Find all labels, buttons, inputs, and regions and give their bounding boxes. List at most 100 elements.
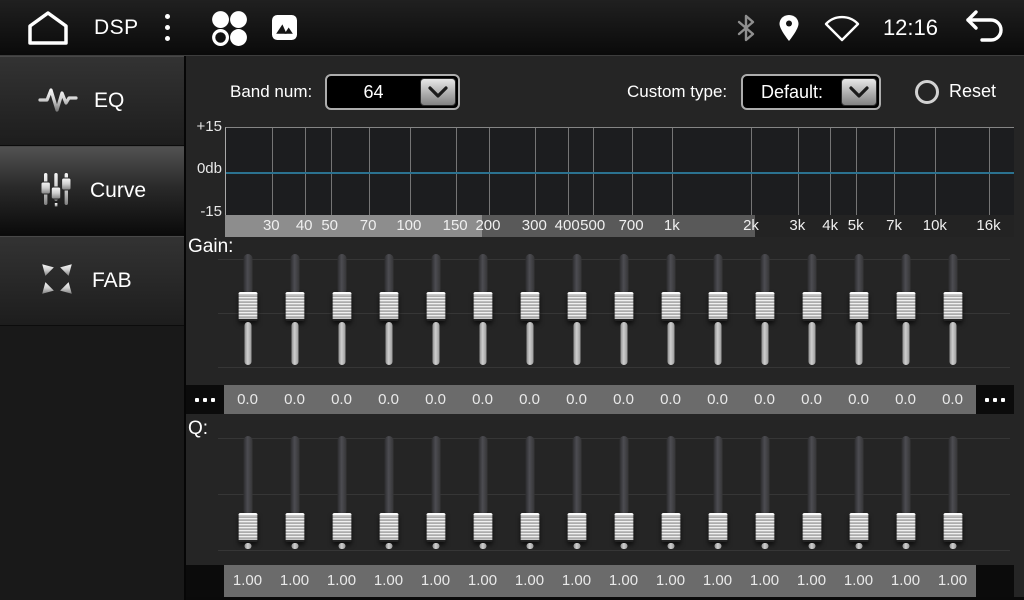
apps-clover-icon[interactable] [210, 9, 248, 47]
q-band-slider[interactable] [412, 433, 459, 557]
q-band-slider[interactable] [694, 433, 741, 557]
gallery-icon[interactable] [272, 15, 297, 40]
menu-dots-icon[interactable] [165, 14, 170, 41]
slider-track-top [666, 436, 675, 515]
gain-band-slider[interactable] [365, 250, 412, 372]
slider-thumb[interactable] [473, 513, 492, 542]
slider-thumb[interactable] [285, 513, 304, 542]
reset-button[interactable]: Reset [915, 74, 996, 109]
slider-thumb[interactable] [520, 292, 539, 321]
slider-track-top [713, 436, 722, 515]
slider-thumb[interactable] [520, 513, 539, 542]
app-title: DSP [94, 16, 139, 40]
bluetooth-icon [737, 14, 755, 42]
slider-thumb[interactable] [896, 513, 915, 542]
sidebar-item-eq[interactable]: EQ [0, 56, 184, 146]
q-band-slider[interactable] [459, 433, 506, 557]
sidebar-item-curve[interactable]: Curve [0, 146, 184, 236]
sidebar-item-fab[interactable]: FAB [0, 236, 184, 326]
gain-value: 0.0 [553, 385, 600, 414]
slider-thumb[interactable] [896, 292, 915, 321]
slider-thumb[interactable] [567, 292, 586, 321]
q-band-slider[interactable] [835, 433, 882, 557]
slider-thumb[interactable] [332, 513, 351, 542]
chevron-down-icon[interactable] [420, 78, 456, 106]
q-value: 1.00 [553, 565, 600, 597]
slider-thumb[interactable] [849, 513, 868, 542]
slider-thumb[interactable] [943, 513, 962, 542]
q-band-slider[interactable] [788, 433, 835, 557]
slider-thumb[interactable] [755, 292, 774, 321]
slider-thumb[interactable] [614, 513, 633, 542]
slider-thumb[interactable] [379, 513, 398, 542]
q-band-slider[interactable] [271, 433, 318, 557]
slider-thumb[interactable] [285, 292, 304, 321]
q-value: 1.00 [694, 565, 741, 597]
slider-thumb[interactable] [473, 292, 492, 321]
back-icon[interactable] [960, 9, 1006, 47]
gain-band-slider[interactable] [224, 250, 271, 372]
slider-thumb[interactable] [802, 513, 821, 542]
gain-band-slider[interactable] [600, 250, 647, 372]
slider-thumb[interactable] [426, 513, 445, 542]
q-value-row: 1.001.001.001.001.001.001.001.001.001.00… [186, 565, 1024, 597]
slider-thumb[interactable] [661, 292, 680, 321]
freq-axis[interactable]: 304050701001502003004005007001k2k3k4k5k7… [225, 215, 1014, 237]
custom-type-select[interactable]: Default: [741, 74, 881, 110]
slider-thumb[interactable] [755, 513, 774, 542]
slider-thumb[interactable] [708, 292, 727, 321]
gain-band-slider[interactable] [694, 250, 741, 372]
slider-track-bottom [714, 543, 721, 549]
band-num-select[interactable]: 64 [325, 74, 460, 110]
dsp-app-screen: DSP [0, 0, 1024, 600]
slider-thumb[interactable] [238, 513, 257, 542]
q-band-slider[interactable] [741, 433, 788, 557]
gain-band-slider[interactable] [835, 250, 882, 372]
slider-track-bottom [244, 322, 251, 365]
q-band-slider[interactable] [506, 433, 553, 557]
slider-thumb[interactable] [614, 292, 633, 321]
gain-band-slider[interactable] [506, 250, 553, 372]
chevron-down-icon[interactable] [841, 78, 877, 106]
q-band-slider[interactable] [553, 433, 600, 557]
gain-band-slider[interactable] [882, 250, 929, 372]
q-band-slider[interactable] [929, 433, 976, 557]
q-band-slider[interactable] [224, 433, 271, 557]
gain-value: 0.0 [459, 385, 506, 414]
gain-band-slider[interactable] [412, 250, 459, 372]
home-icon[interactable] [26, 9, 70, 47]
slider-thumb[interactable] [238, 292, 257, 321]
gain-band-slider[interactable] [271, 250, 318, 372]
freq-tick-label: 300 [522, 215, 547, 237]
more-bands-right-button[interactable] [976, 385, 1014, 414]
q-band-slider[interactable] [647, 433, 694, 557]
gain-band-slider[interactable] [459, 250, 506, 372]
slider-thumb[interactable] [332, 292, 351, 321]
gain-band-slider[interactable] [647, 250, 694, 372]
slider-thumb[interactable] [802, 292, 821, 321]
slider-thumb[interactable] [661, 513, 680, 542]
slider-thumb[interactable] [708, 513, 727, 542]
q-band-slider[interactable] [318, 433, 365, 557]
gain-band-slider[interactable] [929, 250, 976, 372]
slider-thumb[interactable] [379, 292, 398, 321]
freq-tick-label: 50 [321, 215, 338, 237]
q-band-slider[interactable] [882, 433, 929, 557]
reset-radio-icon[interactable] [915, 80, 939, 104]
slider-track-top [290, 436, 299, 515]
more-bands-left-button[interactable] [186, 385, 224, 414]
gain-band-slider[interactable] [553, 250, 600, 372]
gain-band-slider[interactable] [741, 250, 788, 372]
q-band-slider[interactable] [365, 433, 412, 557]
slider-thumb[interactable] [849, 292, 868, 321]
slider-track-top [431, 436, 440, 515]
slider-thumb[interactable] [426, 292, 445, 321]
slider-track-top [901, 254, 910, 294]
gain-band-slider[interactable] [318, 250, 365, 372]
q-band-slider[interactable] [600, 433, 647, 557]
slider-track-bottom [808, 322, 815, 365]
sidebar-item-label: Curve [90, 179, 146, 203]
slider-thumb[interactable] [943, 292, 962, 321]
gain-band-slider[interactable] [788, 250, 835, 372]
slider-thumb[interactable] [567, 513, 586, 542]
